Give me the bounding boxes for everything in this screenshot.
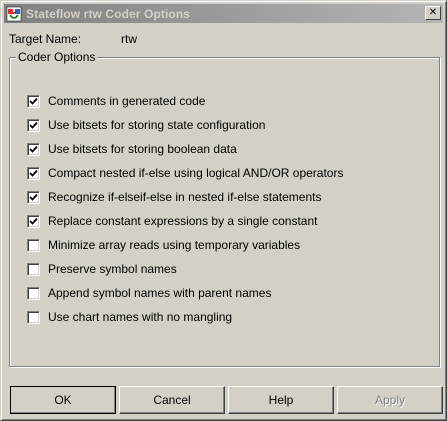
option-checkbox[interactable] <box>27 166 40 180</box>
option-row[interactable]: Replace constant expressions by a single… <box>27 213 318 229</box>
target-name-value: rtw <box>121 32 137 46</box>
option-label: Use bitsets for storing state configurat… <box>48 118 266 132</box>
option-checkbox[interactable] <box>27 118 40 132</box>
option-row[interactable]: Use bitsets for storing state configurat… <box>27 117 265 133</box>
ok-button-label: OK <box>54 393 72 407</box>
checkmark-icon <box>29 169 38 177</box>
ok-button[interactable]: OK <box>10 386 116 414</box>
option-row[interactable]: Compact nested if-else using logical AND… <box>27 165 343 181</box>
option-label: Preserve symbol names <box>48 262 177 276</box>
title-bar[interactable]: Stateflow rtw Coder Options ✕ <box>4 4 443 23</box>
option-label: Use chart names with no mangling <box>48 310 233 324</box>
option-checkbox[interactable] <box>27 262 40 276</box>
option-checkbox[interactable] <box>27 310 40 324</box>
option-checkbox[interactable] <box>27 238 40 252</box>
apply-button-label: Apply <box>374 393 406 407</box>
close-button[interactable]: ✕ <box>425 6 441 20</box>
cancel-button-label: Cancel <box>153 393 191 407</box>
option-label: Recognize if-elseif-else in nested if-el… <box>48 190 322 204</box>
checkmark-icon <box>29 145 38 153</box>
option-checkbox[interactable] <box>27 286 40 300</box>
checkmark-icon <box>29 121 38 129</box>
window-title: Stateflow rtw Coder Options <box>26 6 191 21</box>
close-icon: ✕ <box>428 7 438 18</box>
checkmark-icon <box>29 97 38 105</box>
group-legend: Coder Options <box>16 50 98 64</box>
option-checkbox[interactable] <box>27 142 40 156</box>
option-row[interactable]: Append symbol names with parent names <box>27 285 271 301</box>
checkmark-icon <box>29 217 38 225</box>
option-label: Use bitsets for storing boolean data <box>48 142 237 156</box>
target-name-label: Target Name: <box>9 32 82 46</box>
checkmark-icon <box>29 193 38 201</box>
option-label: Comments in generated code <box>48 94 206 108</box>
coder-options-dialog: Stateflow rtw Coder Options ✕ Target Nam… <box>0 0 447 421</box>
help-button[interactable]: Help <box>228 386 334 414</box>
option-row[interactable]: Use chart names with no mangling <box>27 309 232 325</box>
option-row[interactable]: Recognize if-elseif-else in nested if-el… <box>27 189 321 205</box>
apply-button[interactable]: Apply <box>337 386 443 414</box>
option-label: Append symbol names with parent names <box>48 286 272 300</box>
option-label: Minimize array reads using temporary var… <box>48 238 301 252</box>
option-row[interactable]: Use bitsets for storing boolean data <box>27 141 237 157</box>
option-row[interactable]: Preserve symbol names <box>27 261 177 277</box>
option-label: Compact nested if-else using logical AND… <box>48 166 344 180</box>
cancel-button[interactable]: Cancel <box>119 386 225 414</box>
option-checkbox[interactable] <box>27 214 40 228</box>
option-row[interactable]: Minimize array reads using temporary var… <box>27 237 300 253</box>
option-label: Replace constant expressions by a single… <box>48 214 318 228</box>
option-row[interactable]: Comments in generated code <box>27 93 205 109</box>
stateflow-app-icon[interactable] <box>6 6 22 22</box>
help-button-label: Help <box>268 393 294 407</box>
option-checkbox[interactable] <box>27 190 40 204</box>
option-checkbox[interactable] <box>27 94 40 108</box>
